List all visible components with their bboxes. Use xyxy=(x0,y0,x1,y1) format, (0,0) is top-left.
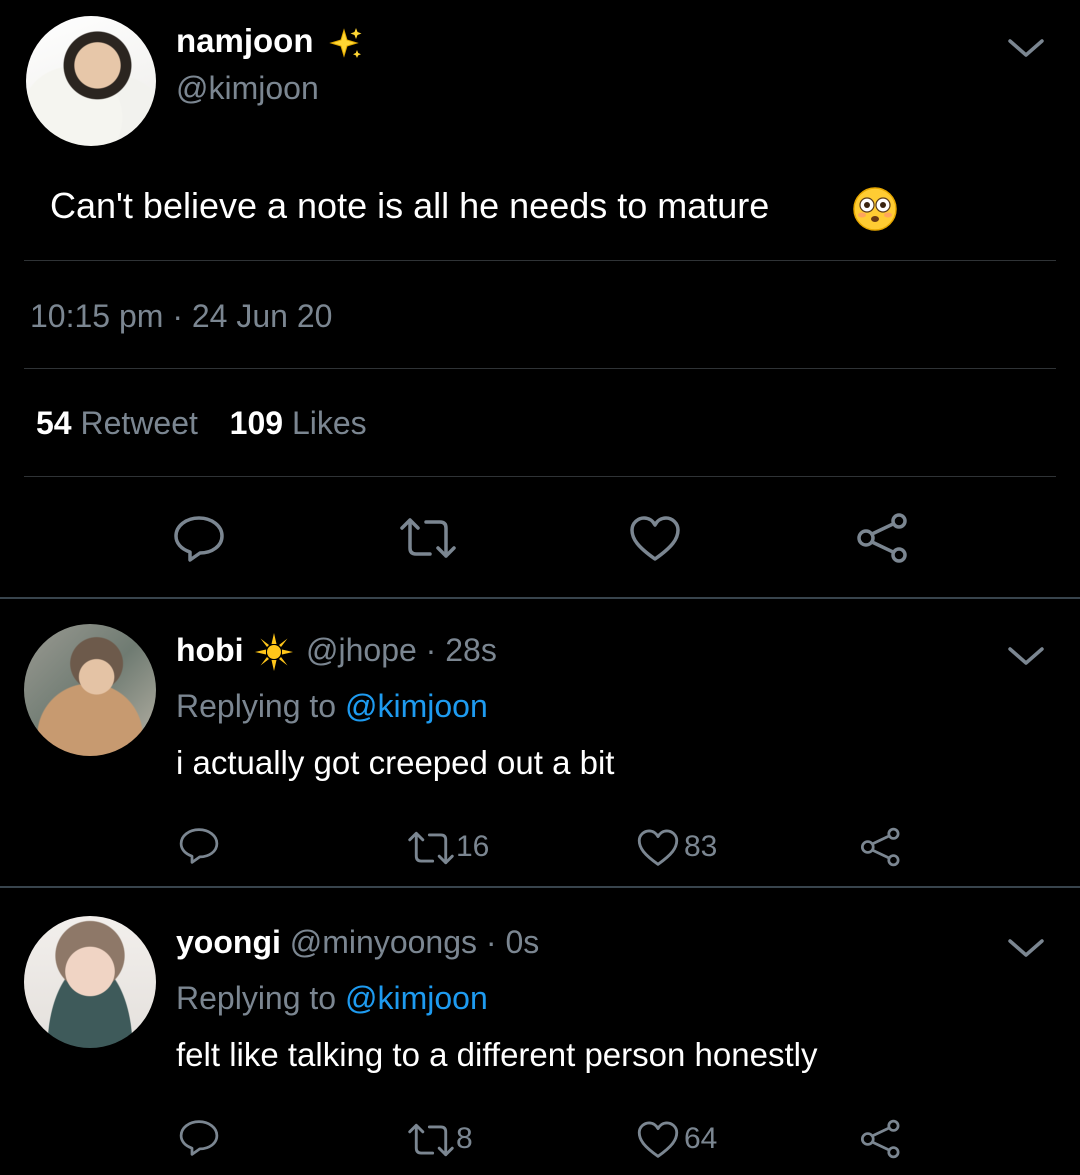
retweet-stat[interactable]: 54 Retweet xyxy=(36,405,207,441)
like-icon[interactable] xyxy=(636,828,680,868)
retweet-icon[interactable] xyxy=(406,1122,456,1158)
retweet-count: 8 xyxy=(456,1122,473,1155)
reply-handle-time[interactable]: @minyoongs · 0s xyxy=(290,924,539,960)
share-icon[interactable] xyxy=(860,1118,902,1160)
divider xyxy=(24,368,1056,369)
divider xyxy=(24,476,1056,477)
reply-icon[interactable] xyxy=(178,826,220,866)
retweet-count: 16 xyxy=(456,830,490,863)
retweet-icon[interactable] xyxy=(398,516,458,560)
reply-handle-time[interactable]: @jhope · 28s xyxy=(306,632,497,669)
main-tweet-text: Can't believe a note is all he needs to … xyxy=(50,185,770,226)
reply-header: yoongi @minyoongs · 0s xyxy=(176,924,539,961)
replying-to-link[interactable]: @kimjoon xyxy=(345,688,488,724)
reply-icon[interactable] xyxy=(178,1118,220,1158)
main-display-name[interactable]: namjoon xyxy=(176,22,314,60)
divider xyxy=(0,597,1080,599)
reply-display-name[interactable]: hobi xyxy=(176,632,244,668)
tweet-timestamp[interactable]: 10:15 pm · 24 Jun 20 xyxy=(30,298,332,335)
reply-icon[interactable] xyxy=(172,514,226,564)
replying-to-link[interactable]: @kimjoon xyxy=(345,980,488,1016)
share-icon[interactable] xyxy=(860,826,902,868)
reply-text: i actually got creeped out a bit xyxy=(176,744,615,781)
reply-display-name[interactable]: yoongi xyxy=(176,924,281,960)
divider xyxy=(0,886,1080,888)
flushed-face-icon xyxy=(853,187,897,231)
like-icon[interactable] xyxy=(636,1120,680,1160)
reply-header: hobi xyxy=(176,632,244,669)
tweet-stats: 54 Retweet 109 Likes xyxy=(36,405,367,442)
main-handle[interactable]: @kimjoon xyxy=(176,70,319,107)
sparkles-icon xyxy=(329,28,362,58)
avatar-hobi[interactable] xyxy=(24,624,156,756)
replying-to: Replying to @kimjoon xyxy=(176,688,488,724)
like-count: 64 xyxy=(684,1122,718,1155)
like-count: 83 xyxy=(684,830,718,863)
avatar-yoongi[interactable] xyxy=(24,916,156,1048)
avatar-namjoon[interactable] xyxy=(26,16,156,146)
divider xyxy=(24,260,1056,261)
share-icon[interactable] xyxy=(856,512,910,564)
reply-text: felt like talking to a different person … xyxy=(176,1036,818,1073)
chevron-down-icon[interactable] xyxy=(1006,644,1046,668)
likes-stat[interactable]: 109 Likes xyxy=(230,405,367,441)
chevron-down-icon[interactable] xyxy=(1006,936,1046,960)
retweet-icon[interactable] xyxy=(406,830,456,866)
like-icon[interactable] xyxy=(628,515,682,563)
sun-icon xyxy=(255,633,293,671)
replying-to: Replying to @kimjoon xyxy=(176,980,488,1016)
chevron-down-icon[interactable] xyxy=(1006,36,1046,60)
